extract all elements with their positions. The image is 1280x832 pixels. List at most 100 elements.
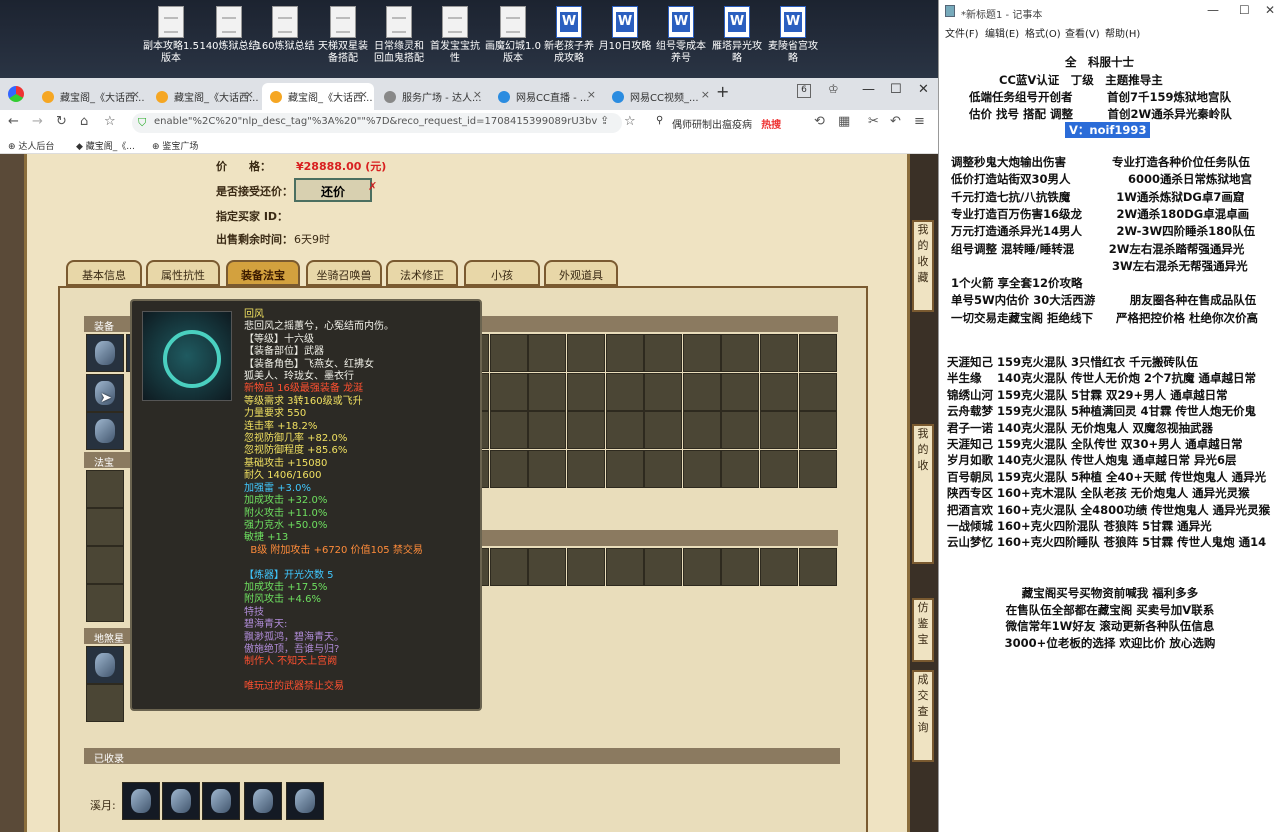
shirt-icon[interactable]: ♔ [828,82,839,96]
notepad-maximize-button[interactable]: ☐ [1239,3,1250,17]
side-note-favorites[interactable]: 我的收藏 [912,220,934,312]
inventory-slot[interactable] [489,449,528,488]
treasure-slot[interactable] [86,508,124,546]
inventory-slot[interactable] [721,372,760,411]
bookmark-0[interactable]: ⊕ 达人后台 [8,139,54,152]
scissors-icon[interactable]: ✂ [868,114,879,129]
browser-tab[interactable]: 服务广场 - 达人... × [376,83,488,110]
inventory-slot[interactable] [682,372,721,411]
inventory-slot[interactable] [644,449,683,488]
equipment-slot[interactable] [86,412,124,450]
inventory-slot[interactable] [528,449,567,488]
reload-icon[interactable]: ↻ [56,114,67,129]
inventory-slot[interactable] [567,411,605,450]
desktop-icon[interactable]: 140炼狱总结 [198,6,260,53]
tab-close-icon[interactable]: × [245,88,254,101]
desktop-icon[interactable]: 首发宝宝抗 性 [424,6,486,65]
inventory-slot[interactable] [798,334,837,372]
collected-slot[interactable] [122,782,160,820]
tab-basic-info[interactable]: 基本信息 [66,260,142,286]
treasure-slot-empty[interactable] [86,584,124,622]
menu-format[interactable]: 格式(O) [1025,25,1061,40]
inventory-slot[interactable] [798,449,837,488]
inventory-slot[interactable] [528,411,567,450]
notepad-text-area[interactable]: 全 科服十士 CC蓝V认证 丁级 主题推导主 低端任务组号开创者 首创7千159… [939,40,1280,832]
desktop-icon[interactable]: 日常缘灵和 回血鬼搭配 [368,6,430,65]
inventory-slot[interactable] [760,449,798,488]
collected-slot[interactable] [286,782,324,820]
side-note-deals[interactable]: 成交查询 [912,670,934,762]
inventory-slot[interactable] [798,411,837,450]
inventory-slot[interactable] [644,548,683,586]
collected-slot[interactable] [162,782,200,820]
collected-slot[interactable] [244,782,282,820]
inventory-slot[interactable] [798,548,837,586]
inventory-slot[interactable] [644,411,683,450]
side-note-appraise[interactable]: 仿鉴宝 [912,598,934,662]
star-slot[interactable] [86,646,124,684]
desktop-icon[interactable]: 副本攻略1.5 版本 [140,6,202,65]
inventory-slot[interactable] [644,334,683,372]
desktop-icon[interactable]: 画魔幻城1.0 版本 [482,6,544,65]
browser-logo-icon[interactable] [8,86,24,102]
inventory-slot[interactable] [567,548,605,586]
apps-grid-icon[interactable]: ▦ [838,114,850,129]
menu-view[interactable]: 查看(V) [1065,25,1100,40]
inventory-slot[interactable] [605,548,644,586]
inventory-slot[interactable] [489,372,528,411]
inventory-slot[interactable] [798,372,837,411]
back-icon[interactable]: ← [8,114,19,129]
inventory-slot[interactable] [489,411,528,450]
star-slot-empty[interactable] [86,684,124,722]
menu-file[interactable]: 文件(F) [945,25,979,40]
home-icon[interactable]: ⌂ [80,114,88,129]
new-tab-button[interactable]: + [716,82,729,101]
inventory-slot[interactable] [528,334,567,372]
close-window-button[interactable]: ✕ [918,82,929,97]
treasure-slot[interactable] [86,470,124,508]
inventory-slot[interactable] [528,372,567,411]
desktop-icon[interactable]: W 雁塔异光攻 略 [706,6,768,65]
tab-close-icon[interactable]: × [359,88,368,101]
inventory-slot[interactable] [721,334,760,372]
inventory-slot[interactable] [605,411,644,450]
minimize-button[interactable]: — [862,82,875,97]
bookmark-2[interactable]: ⊕ 鉴宝广场 [152,139,198,152]
desktop-icon[interactable]: W 新老孩子养 成攻略 [538,6,600,65]
tab-close-icon[interactable]: × [701,88,710,101]
tab-appearance[interactable]: 外观道具 [544,260,618,286]
inventory-slot[interactable] [760,334,798,372]
tab-child[interactable]: 小孩 [464,260,540,286]
undo-icon[interactable]: ↶ [890,114,901,129]
share-icon[interactable]: ⇪ [600,114,609,127]
inventory-slot[interactable] [605,372,644,411]
browser-tab[interactable]: 藏宝阁_《大话西... × [262,83,374,110]
maximize-button[interactable]: ☐ [890,82,902,97]
inventory-slot[interactable] [682,334,721,372]
menu-help[interactable]: 帮助(H) [1105,25,1140,40]
browser-tab[interactable]: 网易CC直播 - ... × [490,83,602,110]
refresh-icon[interactable]: ⟲ [814,114,825,129]
favorite-icon[interactable]: ☆ [624,114,636,129]
inventory-slot[interactable] [682,449,721,488]
inventory-slot[interactable] [682,411,721,450]
side-note-collect[interactable]: 我的收 [912,424,934,564]
desktop-icon[interactable]: W 组号零成本 养号 [650,6,712,65]
inventory-slot[interactable] [644,372,683,411]
desktop-icon[interactable]: W 麦陵省宫攻 略 [762,6,824,65]
bookmark-star-icon[interactable]: ☆ [104,114,116,129]
inventory-slot[interactable] [760,548,798,586]
inventory-slot[interactable] [489,548,528,586]
menu-icon[interactable]: ≡ [914,114,925,129]
bargain-button[interactable]: 还价 [294,178,372,202]
inventory-slot[interactable] [760,411,798,450]
desktop-icon[interactable]: 160炼狱总结 [254,6,316,53]
forward-icon[interactable]: → [32,114,43,129]
inventory-slot[interactable] [567,449,605,488]
notepad-minimize-button[interactable]: — [1207,3,1219,17]
inventory-slot[interactable] [528,548,567,586]
inventory-slot[interactable] [721,548,760,586]
bookmark-1[interactable]: ◆ 藏宝阁_《... [76,139,135,152]
inventory-slot[interactable] [682,548,721,586]
collected-slot[interactable] [202,782,240,820]
